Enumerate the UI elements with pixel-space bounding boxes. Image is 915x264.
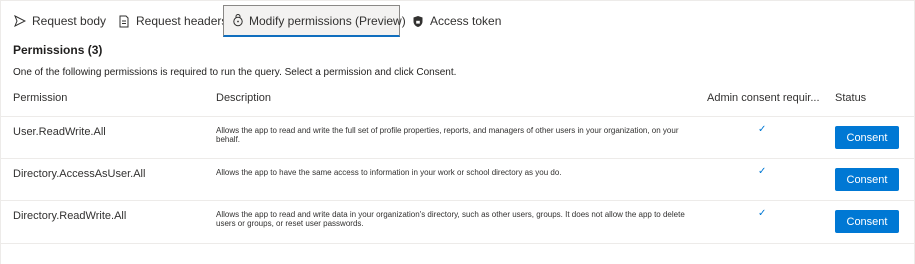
column-header-permission[interactable]: Permission xyxy=(13,92,67,104)
document-icon xyxy=(117,14,131,28)
check-icon: ✓ xyxy=(758,166,767,177)
permissions-count-heading: Permissions (3) xyxy=(13,43,103,57)
table-header-row: Permission Description Admin consent req… xyxy=(1,82,914,117)
tab-modify-permissions[interactable]: Modify permissions (Preview) xyxy=(223,5,406,37)
table-row: Directory.AccessAsUser.All Allows the ap… xyxy=(1,159,914,201)
tab-request-body-label: Request body xyxy=(32,14,107,28)
tab-request-body[interactable]: Request body xyxy=(13,5,106,37)
permission-description: Allows the app to read and write the ful… xyxy=(216,126,679,144)
permission-name: User.ReadWrite.All xyxy=(13,126,106,138)
tab-access-token-label: Access token xyxy=(430,14,502,28)
tab-bar: Request body Request headers Modify perm… xyxy=(1,0,915,38)
consent-button[interactable]: Consent xyxy=(835,210,899,233)
shield-lock-icon xyxy=(411,14,425,28)
table-row: User.ReadWrite.All Allows the app to rea… xyxy=(1,117,914,159)
consent-button[interactable]: Consent xyxy=(835,168,899,191)
permission-description: Allows the app to have the same access t… xyxy=(216,168,562,177)
column-header-admin-consent[interactable]: Admin consent requir... xyxy=(707,92,820,104)
permission-description: Allows the app to read and write data in… xyxy=(216,210,685,228)
tab-access-token[interactable]: Access token xyxy=(411,5,501,37)
permissions-table: Permission Description Admin consent req… xyxy=(1,82,914,244)
permission-name: Directory.ReadWrite.All xyxy=(13,210,127,222)
column-header-description[interactable]: Description xyxy=(216,92,271,104)
consent-button[interactable]: Consent xyxy=(835,126,899,149)
permissions-panel: Request body Request headers Modify perm… xyxy=(0,0,915,264)
tab-request-headers-label: Request headers xyxy=(136,14,228,28)
tab-modify-permissions-label: Modify permissions (Preview) xyxy=(249,13,406,28)
check-icon: ✓ xyxy=(758,124,767,135)
permission-name: Directory.AccessAsUser.All xyxy=(13,168,146,180)
send-icon xyxy=(13,14,27,28)
table-row: Directory.ReadWrite.All Allows the app t… xyxy=(1,201,914,244)
column-header-status[interactable]: Status xyxy=(835,92,866,104)
tab-request-headers[interactable]: Request headers xyxy=(117,5,227,37)
permissions-instructions: One of the following permissions is requ… xyxy=(13,67,457,78)
lock-icon xyxy=(232,14,244,28)
check-icon: ✓ xyxy=(758,208,767,219)
